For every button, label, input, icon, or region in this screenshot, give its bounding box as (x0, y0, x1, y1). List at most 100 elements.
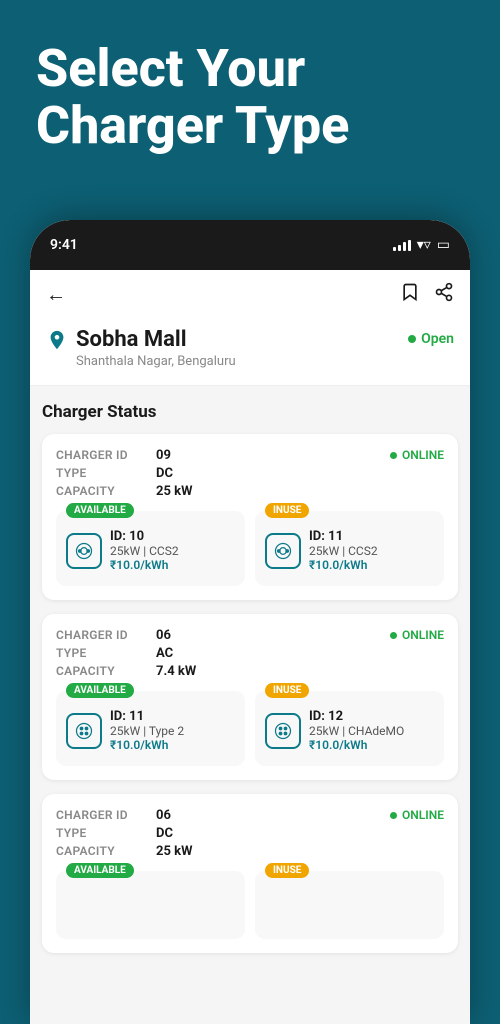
nav-actions (400, 282, 454, 307)
location-address: Shanthala Nagar, Bengaluru (76, 354, 236, 369)
status-pill-inuse-3b: INUSE (265, 863, 309, 878)
connectors-row-2: AVAILABLE ID: 11 25kW | Type 2 ₹10.0/kWh (56, 691, 444, 766)
capacity-label-3: CAPACITY (56, 844, 156, 859)
charger-info-table-1: CHARGER ID 09 TYPE DC CAPACITY 25 kW (56, 448, 192, 499)
section-title: Charger Status (42, 402, 458, 422)
charger-info-table-2: CHARGER ID 06 TYPE AC CAPACITY 7.4 kW (56, 628, 196, 679)
connector-id-1a: ID: 10 (110, 529, 179, 544)
connectors-row-1: AVAILABLE ID: 10 25kW | CCS2 ₹10.0/kWh (56, 511, 444, 586)
connector-card-1b[interactable]: INUSE ID: 11 25kW | CCS2 ₹10.0/kWh (255, 511, 444, 586)
charger-id-value-3: 06 (156, 808, 192, 823)
online-badge-3: ONLINE (390, 808, 444, 822)
type-label-2: TYPE (56, 646, 156, 661)
status-pill-inuse-1b: INUSE (265, 503, 309, 518)
phone-frame: 9:41 ▾▿ ▭ ← (30, 220, 470, 1024)
location-header: Sobha Mall Shanthala Nagar, Bengaluru Op… (30, 319, 470, 386)
connector-text-1a: ID: 10 25kW | CCS2 ₹10.0/kWh (110, 529, 179, 572)
charger-id-value-2: 06 (156, 628, 196, 643)
connector-card-2b[interactable]: INUSE ID: 12 25kW | CHAdeMO ₹10.0/kWh (255, 691, 444, 766)
open-dot (408, 335, 416, 343)
charger-info-table-3: CHARGER ID 06 TYPE DC CAPACITY 25 kW (56, 808, 192, 859)
connector-id-1b: ID: 11 (309, 529, 378, 544)
connector-card-2a[interactable]: AVAILABLE ID: 11 25kW | Type 2 ₹10.0/kWh (56, 691, 245, 766)
connector-partial-3a (66, 889, 235, 929)
charger-info-row-1: CHARGER ID 09 TYPE DC CAPACITY 25 kW ONL… (56, 448, 444, 499)
connector-icon-1a (66, 533, 102, 569)
charger-info-row-2: CHARGER ID 06 TYPE AC CAPACITY 7.4 kW ON… (56, 628, 444, 679)
charger-group-3: CHARGER ID 06 TYPE DC CAPACITY 25 kW ONL… (42, 794, 458, 953)
connector-partial-3b (265, 889, 434, 929)
signal-icon (393, 240, 411, 251)
connector-id-2b: ID: 12 (309, 709, 404, 724)
share-button[interactable] (434, 282, 454, 307)
type-value-3: DC (156, 826, 192, 841)
connector-header-2a: ID: 11 25kW | Type 2 ₹10.0/kWh (66, 709, 235, 752)
charger-group-2: CHARGER ID 06 TYPE AC CAPACITY 7.4 kW ON… (42, 614, 458, 780)
nav-bar: ← (30, 270, 470, 319)
location-name: Sobha Mall (76, 327, 236, 352)
connector-price-1a: ₹10.0/kWh (110, 558, 179, 572)
capacity-label-1: CAPACITY (56, 484, 156, 499)
connector-icon-2a (66, 713, 102, 749)
connector-spec-2a: 25kW | Type 2 (110, 724, 184, 738)
online-dot-1 (390, 452, 397, 459)
open-label: Open (421, 331, 454, 347)
connector-id-2a: ID: 11 (110, 709, 184, 724)
connector-price-2a: ₹10.0/kWh (110, 738, 184, 752)
connector-price-2b: ₹10.0/kWh (309, 738, 404, 752)
type-label-1: TYPE (56, 466, 156, 481)
status-time: 9:41 (50, 237, 78, 253)
connector-spec-1a: 25kW | CCS2 (110, 544, 179, 558)
connectors-row-3: AVAILABLE INUSE (56, 871, 444, 939)
online-label-2: ONLINE (402, 628, 444, 642)
location-info: Sobha Mall Shanthala Nagar, Bengaluru (46, 327, 236, 369)
connector-card-3b[interactable]: INUSE (255, 871, 444, 939)
charger-id-label-2: CHARGER ID (56, 628, 156, 643)
status-pill-available-3a: AVAILABLE (66, 863, 134, 878)
capacity-value-1: 25 kW (156, 484, 192, 499)
connector-spec-1b: 25kW | CCS2 (309, 544, 378, 558)
battery-icon: ▭ (437, 237, 450, 253)
charger-id-value-1: 09 (156, 448, 192, 463)
location-pin-icon (46, 329, 68, 357)
capacity-value-3: 25 kW (156, 844, 192, 859)
type-value-2: AC (156, 646, 196, 661)
app-content: ← Sobha Mall Shanthala Nagar, Bengaluru (30, 270, 470, 1024)
charger-id-label: CHARGER ID (56, 448, 156, 463)
connector-price-1b: ₹10.0/kWh (309, 558, 378, 572)
wifi-icon: ▾▿ (417, 237, 431, 253)
charger-id-label-3: CHARGER ID (56, 808, 156, 823)
back-button[interactable]: ← (46, 282, 66, 307)
online-dot-3 (390, 812, 397, 819)
status-pill-available-1a: AVAILABLE (66, 503, 134, 518)
connector-header-1a: ID: 10 25kW | CCS2 ₹10.0/kWh (66, 529, 235, 572)
bookmark-button[interactable] (400, 282, 420, 307)
hero-section: Select Your Charger Type (0, 0, 500, 184)
connector-spec-2b: 25kW | CHAdeMO (309, 724, 404, 738)
connector-card-3a[interactable]: AVAILABLE (56, 871, 245, 939)
hero-title: Select Your Charger Type (36, 40, 464, 154)
type-value-1: DC (156, 466, 192, 481)
status-bar: 9:41 ▾▿ ▭ (30, 220, 470, 270)
status-pill-available-2a: AVAILABLE (66, 683, 134, 698)
status-icons: ▾▿ ▭ (393, 237, 450, 253)
capacity-value-2: 7.4 kW (156, 664, 196, 679)
main-content: Charger Status CHARGER ID 09 TYPE DC CAP… (30, 386, 470, 983)
connector-card-1a[interactable]: AVAILABLE ID: 10 25kW | CCS2 ₹10.0/kWh (56, 511, 245, 586)
online-label-3: ONLINE (402, 808, 444, 822)
charger-group-1: CHARGER ID 09 TYPE DC CAPACITY 25 kW ONL… (42, 434, 458, 600)
connector-text-2a: ID: 11 25kW | Type 2 ₹10.0/kWh (110, 709, 184, 752)
online-badge-2: ONLINE (390, 628, 444, 642)
online-badge-1: ONLINE (390, 448, 444, 462)
connector-text-1b: ID: 11 25kW | CCS2 ₹10.0/kWh (309, 529, 378, 572)
status-pill-inuse-2b: INUSE (265, 683, 309, 698)
location-text: Sobha Mall Shanthala Nagar, Bengaluru (76, 327, 236, 369)
connector-icon-1b (265, 533, 301, 569)
connector-header-2b: ID: 12 25kW | CHAdeMO ₹10.0/kWh (265, 709, 434, 752)
charger-info-row-3: CHARGER ID 06 TYPE DC CAPACITY 25 kW ONL… (56, 808, 444, 859)
connector-icon-2b (265, 713, 301, 749)
online-label-1: ONLINE (402, 448, 444, 462)
connector-header-1b: ID: 11 25kW | CCS2 ₹10.0/kWh (265, 529, 434, 572)
connector-text-2b: ID: 12 25kW | CHAdeMO ₹10.0/kWh (309, 709, 404, 752)
type-label-3: TYPE (56, 826, 156, 841)
